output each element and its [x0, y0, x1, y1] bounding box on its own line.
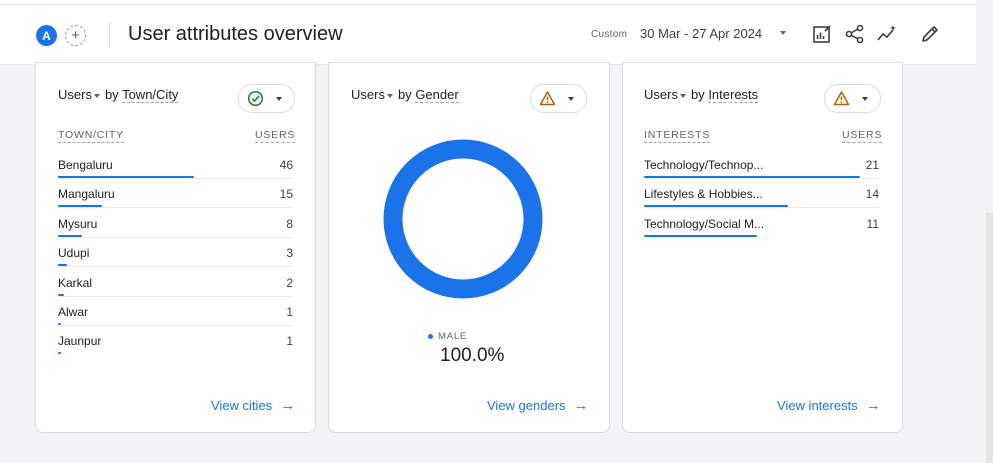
header-divider [109, 22, 110, 48]
city-row[interactable]: Mysuru 8 [58, 209, 293, 238]
card-users-by-interests [622, 62, 903, 433]
donut-segment-male[interactable] [383, 139, 543, 299]
city-row[interactable]: Mangaluru 15 [58, 179, 293, 209]
city-label: Udupi [58, 246, 90, 261]
city-row[interactable]: Alwar 1 [58, 297, 293, 326]
city-label: Mysuru [58, 216, 98, 231]
city-value: 8 [286, 216, 293, 231]
interest-row[interactable]: Lifestyles & Hobbies... 14 [644, 179, 879, 209]
city-value: 3 [286, 246, 293, 261]
interest-row[interactable]: Technology/Technop... 21 [644, 150, 879, 179]
warning-icon [539, 91, 556, 106]
interest-share-bar [644, 234, 757, 237]
view-interests-link[interactable]: View interests → [777, 398, 881, 413]
city-label: Alwar [58, 305, 89, 319]
city-value: 1 [286, 305, 293, 319]
city-label: Jaunpur [58, 334, 102, 349]
warning-icon [833, 91, 850, 106]
interest-label: Technology/Social M... [644, 216, 765, 231]
metric-selector[interactable]: Users [58, 87, 92, 102]
by-label: by [397, 87, 412, 102]
legend-dot [428, 333, 433, 339]
column-header-interests: INTERESTS [644, 129, 711, 143]
card-title-gender: Users by Gender [351, 87, 459, 103]
date-range-type[interactable]: Custom [591, 29, 627, 40]
city-value: 2 [286, 275, 293, 290]
interest-label: Lifestyles & Hobbies... [644, 187, 763, 202]
page-title: User attributes overview [128, 23, 343, 45]
add-comparison-button[interactable]: + [65, 25, 86, 46]
male-percentage: 100.0% [440, 345, 505, 366]
column-header-users: USERS [255, 129, 296, 143]
data-quality-status-gender[interactable] [530, 84, 587, 113]
column-header-city: TOWN/CITY [58, 129, 124, 143]
header-top-divider [0, 4, 976, 5]
city-share-bar [58, 352, 61, 355]
date-range-picker[interactable]: 30 Mar - 27 Apr 2024 [640, 26, 762, 41]
interest-value: 11 [866, 216, 879, 231]
edit-icon[interactable] [919, 23, 941, 45]
insights-icon[interactable] [876, 23, 898, 45]
arrow-right-icon: → [573, 397, 589, 414]
data-quality-status-interests[interactable] [824, 84, 881, 113]
card-title-city: Users by Town/City [58, 87, 179, 103]
check-circle-icon [247, 90, 264, 107]
city-row[interactable]: Bengaluru 46 [58, 150, 293, 179]
dimension-label[interactable]: Gender [415, 87, 459, 103]
data-quality-status-city[interactable] [238, 84, 295, 113]
metric-selector[interactable]: Users [351, 87, 385, 102]
page-scrollbar[interactable] [986, 213, 993, 463]
view-cities-link[interactable]: View cities → [211, 398, 295, 413]
arrow-right-icon: → [865, 397, 881, 414]
chevron-down-icon [862, 97, 868, 101]
chevron-down-icon [568, 97, 574, 101]
report-header: A + User attributes overview Custom 30 M… [0, 0, 976, 65]
dimension-label[interactable]: Interests [708, 87, 759, 103]
city-row[interactable]: Karkal 2 [58, 268, 293, 297]
legend-male: MALE [428, 331, 467, 342]
interest-value: 21 [865, 158, 879, 172]
city-label: Karkal [58, 275, 93, 290]
by-label: by [104, 87, 119, 102]
customize-report-icon[interactable] [811, 23, 833, 45]
metric-selector[interactable]: Users [644, 87, 678, 102]
city-label: Bengaluru [58, 158, 113, 172]
comparison-avatar[interactable]: A [36, 25, 57, 46]
city-row[interactable]: Jaunpur 1 [58, 326, 293, 355]
dimension-label[interactable]: Town/City [122, 87, 179, 103]
city-row[interactable]: Udupi 3 [58, 238, 293, 268]
interest-value: 14 [865, 187, 879, 202]
interest-label: Technology/Technop... [644, 158, 764, 172]
city-value: 15 [279, 187, 293, 202]
share-icon[interactable] [844, 23, 866, 45]
arrow-right-icon: → [280, 397, 296, 414]
chevron-down-icon [276, 97, 282, 101]
by-label: by [690, 87, 705, 102]
city-value: 46 [279, 158, 293, 172]
interest-row[interactable]: Technology/Social M... 11 [644, 209, 879, 238]
card-title-interests: Users by Interests [644, 87, 759, 103]
gender-donut-chart [383, 139, 543, 299]
date-range-dropdown-icon[interactable] [780, 31, 786, 35]
metric-dropdown-icon[interactable] [386, 93, 393, 98]
city-label: Mangaluru [58, 187, 115, 202]
metric-dropdown-icon[interactable] [93, 93, 100, 98]
column-header-users: USERS [842, 129, 883, 143]
city-value: 1 [286, 334, 293, 349]
view-genders-link[interactable]: View genders → [487, 398, 589, 413]
metric-dropdown-icon[interactable] [679, 93, 686, 98]
